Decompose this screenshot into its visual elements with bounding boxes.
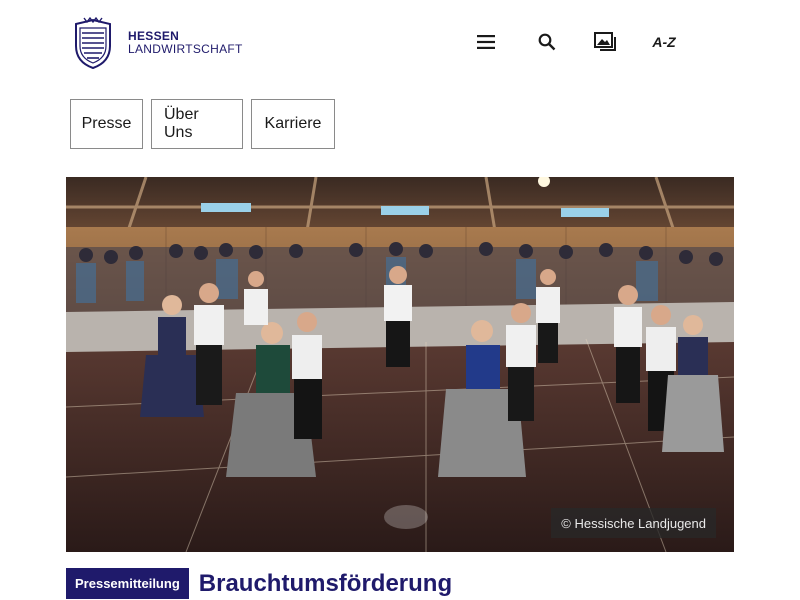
article-heading: Pressemitteilung Brauchtumsförderung <box>66 568 452 599</box>
article-title: Brauchtumsförderung <box>198 569 453 597</box>
folk-dance-photo <box>66 177 734 552</box>
menu-button[interactable] <box>474 28 498 56</box>
gallery-button[interactable] <box>592 28 620 56</box>
category-badge: Pressemitteilung <box>66 568 189 599</box>
nav-presse-button[interactable]: Presse <box>70 99 143 149</box>
site-header: HESSEN LANDWIRTSCHAFT A-Z <box>0 0 800 90</box>
a-z-index-link[interactable]: A-Z <box>650 28 678 56</box>
header-actions: A-Z <box>0 28 800 56</box>
image-gallery-icon <box>594 32 616 51</box>
a-z-label: A-Z <box>652 34 676 50</box>
photo-credit: © Hessische Landjugend <box>551 508 716 538</box>
search-button[interactable] <box>535 28 559 56</box>
hero-image: © Hessische Landjugend <box>66 177 734 552</box>
main-nav: Presse Über Uns Karriere <box>70 99 335 149</box>
search-icon <box>538 33 556 51</box>
menu-icon <box>477 35 495 49</box>
nav-karriere-button[interactable]: Karriere <box>251 99 335 149</box>
nav-ueber-uns-button[interactable]: Über Uns <box>151 99 243 149</box>
